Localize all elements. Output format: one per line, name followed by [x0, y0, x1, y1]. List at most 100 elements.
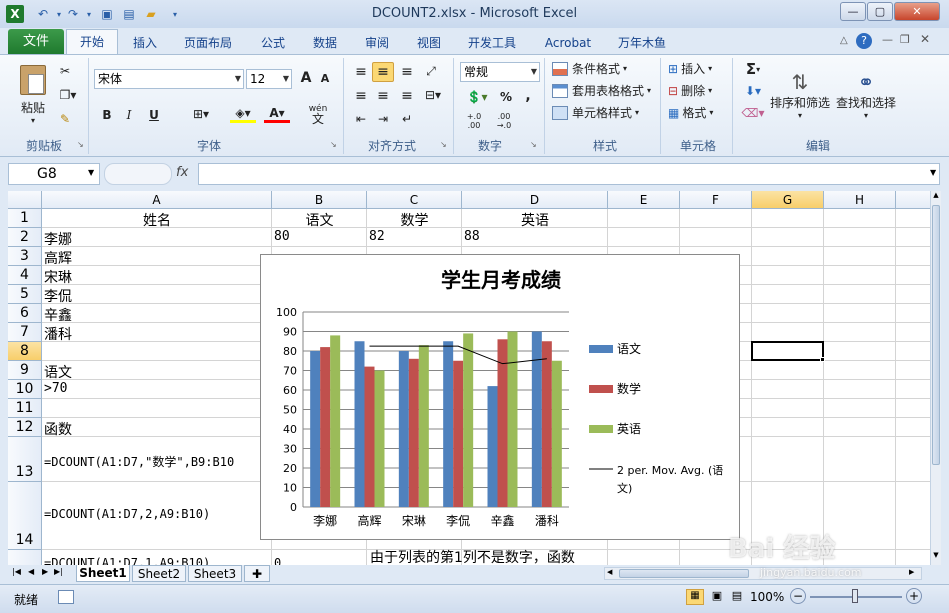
- font-name-combo[interactable]: 宋体 ▼: [94, 69, 244, 89]
- row-header-9[interactable]: 9: [8, 361, 42, 380]
- comma-button[interactable]: ,: [520, 88, 536, 104]
- column-header-a[interactable]: A: [42, 191, 272, 209]
- dialog-launcher-icon[interactable]: ↘: [330, 140, 337, 149]
- sheet-tab-sheet2[interactable]: Sheet2: [132, 565, 186, 582]
- bold-button[interactable]: B: [100, 108, 114, 122]
- tab-wannianmuyu[interactable]: 万年木鱼: [610, 33, 674, 54]
- cell-a10[interactable]: >70: [44, 381, 67, 396]
- first-sheet-icon[interactable]: |◀: [12, 567, 21, 576]
- tab-insert[interactable]: 插入: [124, 33, 166, 54]
- wrap-text-icon[interactable]: ↵: [398, 112, 416, 126]
- decrease-decimal-button[interactable]: .00 →.0: [492, 112, 516, 130]
- cell-a7[interactable]: 潘科: [44, 324, 72, 344]
- shrink-font-button[interactable]: A: [318, 72, 332, 85]
- ribbon-minimize-icon[interactable]: △: [840, 35, 848, 46]
- normal-view-icon[interactable]: ▦: [686, 589, 704, 605]
- tab-view[interactable]: 视图: [408, 33, 450, 54]
- cell-d2[interactable]: 88: [464, 229, 480, 244]
- cell-a6[interactable]: 辛鑫: [44, 305, 72, 325]
- cell-a4[interactable]: 宋琳: [44, 267, 72, 287]
- row-header-14[interactable]: 14: [8, 482, 42, 550]
- dialog-launcher-icon[interactable]: ↘: [77, 140, 84, 149]
- sheet-tab-sheet1[interactable]: Sheet1: [76, 565, 130, 582]
- row-header-3[interactable]: 3: [8, 247, 42, 266]
- row-header-10[interactable]: 10: [8, 380, 42, 399]
- column-header-h[interactable]: H: [824, 191, 896, 209]
- cell-a15[interactable]: =DCOUNT(A1:D7,1,A9:B10): [44, 556, 266, 565]
- minimize-button[interactable]: —: [840, 2, 866, 21]
- hscroll-right-icon[interactable]: ▶: [909, 568, 914, 576]
- merge-center-icon[interactable]: ⊟▾: [420, 88, 446, 102]
- percent-button[interactable]: %: [498, 90, 514, 104]
- dialog-launcher-icon[interactable]: ↘: [530, 140, 537, 149]
- italic-button[interactable]: I: [122, 108, 136, 122]
- tab-acrobat[interactable]: Acrobat: [536, 33, 600, 54]
- page-layout-view-icon[interactable]: ▣: [708, 589, 726, 605]
- last-sheet-icon[interactable]: ▶|: [54, 567, 63, 576]
- fill-color-icon[interactable]: ◈▾: [230, 106, 256, 123]
- insert-function-button[interactable]: fx: [176, 165, 188, 180]
- increase-indent-icon[interactable]: ⇥: [374, 112, 392, 126]
- column-header-extra[interactable]: [896, 191, 930, 209]
- macro-record-icon[interactable]: [58, 590, 74, 604]
- zoom-in-icon[interactable]: +: [906, 588, 922, 604]
- scroll-down-icon[interactable]: ▼: [931, 551, 941, 563]
- maximize-button[interactable]: ▢: [867, 2, 893, 21]
- row-header-8[interactable]: 8: [8, 342, 42, 361]
- vertical-scrollbar[interactable]: ▲ ▼: [930, 191, 941, 565]
- number-format-combo[interactable]: 常规 ▼: [460, 62, 540, 82]
- cell-c1[interactable]: 数学: [367, 210, 462, 230]
- format-as-table-button[interactable]: 套用表格格式 ▾: [552, 82, 656, 99]
- align-bottom-icon[interactable]: ≡: [398, 64, 416, 80]
- row-header-4[interactable]: 4: [8, 266, 42, 285]
- cell-a2[interactable]: 李娜: [44, 229, 72, 249]
- help-icon[interactable]: ?: [856, 33, 872, 49]
- orientation-icon[interactable]: ⤢: [422, 64, 440, 79]
- cell-b15[interactable]: 0: [274, 556, 281, 565]
- tab-data[interactable]: 数据: [304, 33, 346, 54]
- paste-button[interactable]: 粘贴 ▾: [14, 60, 52, 130]
- formula-input[interactable]: [198, 163, 940, 185]
- tab-home[interactable]: 开始: [66, 29, 118, 55]
- formula-bar-handle[interactable]: [104, 163, 172, 185]
- page-break-view-icon[interactable]: ▤: [728, 589, 746, 605]
- dialog-launcher-icon[interactable]: ↘: [440, 140, 447, 149]
- delete-cells-button[interactable]: ⊟ 删除 ▾: [668, 82, 730, 99]
- format-painter-icon[interactable]: ✎: [58, 112, 72, 126]
- close-button[interactable]: ✕: [894, 2, 940, 21]
- cell-a9[interactable]: 语文: [44, 362, 72, 382]
- cell-d1[interactable]: 英语: [462, 210, 608, 230]
- cell-a3[interactable]: 高辉: [44, 248, 72, 268]
- cell-a12[interactable]: 函数: [44, 419, 72, 439]
- tab-formulas[interactable]: 公式: [252, 33, 294, 54]
- align-top-icon[interactable]: ≡: [352, 64, 370, 80]
- cell-a1[interactable]: 姓名: [42, 210, 272, 230]
- fill-handle[interactable]: [820, 357, 825, 362]
- grow-font-button[interactable]: A: [298, 70, 314, 86]
- clear-icon[interactable]: ⌫▾: [740, 106, 766, 120]
- tab-review[interactable]: 审阅: [356, 33, 398, 54]
- scroll-up-icon[interactable]: ▲: [931, 191, 941, 203]
- accounting-format-icon[interactable]: 💲▾: [462, 90, 492, 104]
- decrease-indent-icon[interactable]: ⇤: [352, 112, 370, 126]
- new-sheet-icon[interactable]: ✚: [244, 565, 270, 582]
- column-header-f[interactable]: F: [680, 191, 752, 209]
- font-size-combo[interactable]: 12 ▼: [246, 69, 292, 89]
- name-box[interactable]: G8: [8, 163, 100, 185]
- select-all-corner[interactable]: [8, 191, 42, 209]
- cell-c2[interactable]: 82: [369, 229, 385, 244]
- hscroll-left-icon[interactable]: ◀: [607, 568, 612, 576]
- cell-styles-button[interactable]: 单元格样式 ▾: [552, 104, 648, 121]
- font-color-button[interactable]: A ▾: [264, 106, 290, 123]
- sheet-tab-sheet3[interactable]: Sheet3: [188, 565, 242, 582]
- format-cells-button[interactable]: ▦ 格式 ▾: [668, 104, 730, 121]
- row-header-7[interactable]: 7: [8, 323, 42, 342]
- cut-icon[interactable]: ✂: [58, 64, 72, 78]
- copy-icon[interactable]: ❐▾: [58, 88, 78, 102]
- column-header-b[interactable]: B: [272, 191, 367, 209]
- doc-minimize-icon[interactable]: —: [882, 33, 893, 46]
- cell-a5[interactable]: 李侃: [44, 286, 72, 306]
- active-cell-g8[interactable]: [751, 341, 824, 361]
- conditional-format-button[interactable]: 条件格式 ▾: [552, 60, 648, 77]
- prev-sheet-icon[interactable]: ◀: [28, 567, 34, 576]
